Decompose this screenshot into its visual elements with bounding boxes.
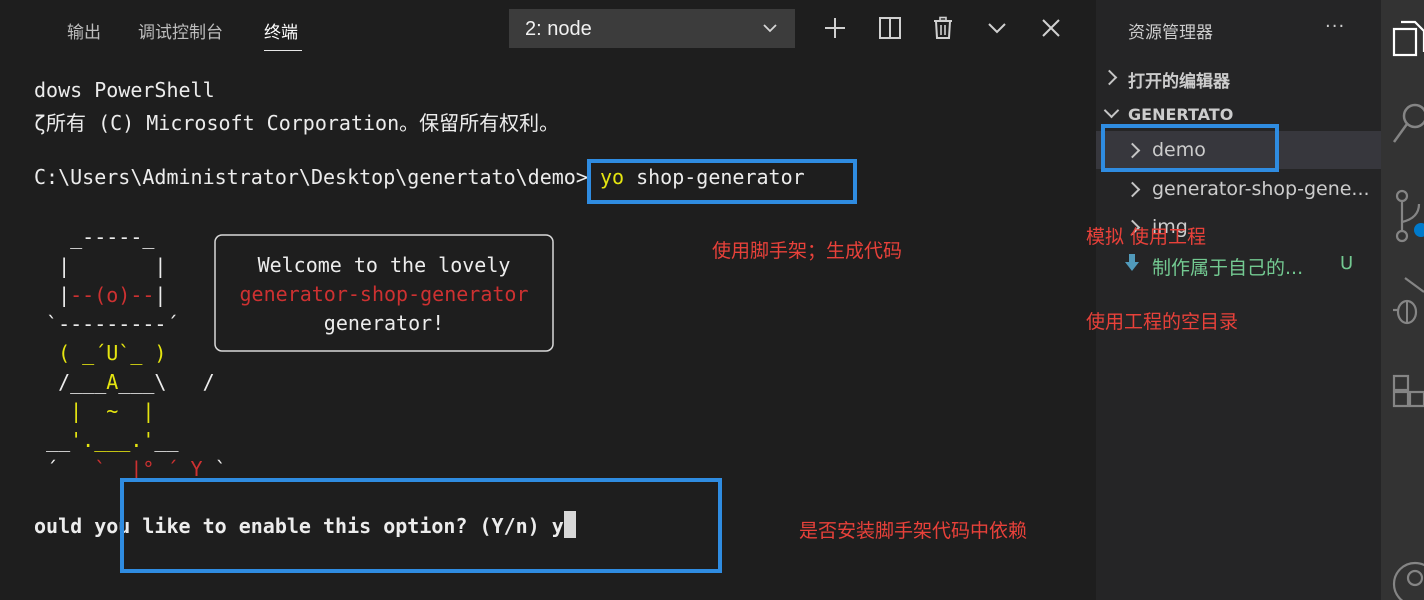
open-editors-label: 打开的编辑器	[1128, 72, 1230, 92]
demo-highlight-box	[1101, 124, 1279, 172]
chevron-down-icon	[763, 24, 777, 33]
command-highlight-box	[587, 159, 857, 204]
prompt-highlight-box	[120, 478, 722, 573]
search-icon[interactable]	[1391, 100, 1424, 148]
annotation-simulate-project: 模拟 使用工程	[1086, 226, 1207, 248]
chevron-down-icon[interactable]	[985, 16, 1009, 40]
chevron-right-icon	[1124, 181, 1141, 198]
tree-item-generator[interactable]: generator-shop-gene...	[1096, 171, 1381, 207]
tree-item-label: 制作属于自己的...	[1152, 257, 1304, 279]
terminal-line: ζ所有 (C) Microsoft Corporation。保留所有权利。	[34, 111, 560, 135]
section-open-editors[interactable]: 打开的编辑器	[1096, 64, 1381, 92]
account-icon[interactable]	[1391, 560, 1424, 600]
active-tab-indicator	[264, 50, 302, 51]
source-control-icon[interactable]	[1391, 186, 1424, 246]
terminal-panel: 输出 调试控制台 终端 2: node dows PowerShell ζ所有 …	[0, 0, 1096, 600]
trash-icon[interactable]	[931, 16, 955, 40]
welcome-line-3: generator!	[323, 311, 445, 335]
git-untracked-badge: U	[1340, 253, 1354, 274]
new-terminal-icon[interactable]	[823, 16, 847, 40]
tab-terminal[interactable]: 终端	[264, 18, 298, 43]
chevron-right-icon	[1101, 69, 1118, 86]
files-icon[interactable]	[1391, 18, 1424, 58]
terminal-select-value: 2: node	[525, 18, 592, 40]
tab-debug-console[interactable]: 调试控制台	[138, 18, 223, 43]
close-icon[interactable]	[1039, 16, 1063, 40]
annotation-scaffold: 使用脚手架；生成代码	[712, 240, 903, 262]
extensions-icon[interactable]	[1391, 372, 1424, 412]
yeoman-ascii-art: _-----_ | | |--(o)--| `---------´ ( _´U`…	[34, 225, 227, 481]
annotation-install-deps: 是否安装脚手架代码中依赖	[799, 520, 1028, 542]
chevron-down-icon	[1103, 102, 1120, 119]
welcome-line-2: generator-shop-generator	[239, 282, 529, 306]
annotation-empty-dir: 使用工程的空目录	[1086, 311, 1239, 333]
folder-name: GENERTATO	[1128, 105, 1234, 124]
split-terminal-icon[interactable]	[878, 16, 902, 40]
terminal-select[interactable]: 2: node	[509, 9, 795, 48]
tree-item-markdown[interactable]: 制作属于自己的... U	[1096, 246, 1381, 282]
welcome-line-1: Welcome to the lovely	[257, 253, 511, 277]
explorer-title: 资源管理器	[1128, 23, 1213, 43]
tree-item-label: generator-shop-gene...	[1152, 178, 1370, 200]
prompt-path: C:\Users\Administrator\Desktop\genertato…	[34, 165, 588, 189]
debug-icon[interactable]	[1391, 274, 1424, 334]
activity-bar	[1381, 0, 1424, 600]
explorer-sidebar: 资源管理器 ··· 打开的编辑器 GENERTATO demo generato…	[1096, 0, 1381, 600]
tab-output[interactable]: 输出	[67, 18, 101, 43]
terminal-line: dows PowerShell	[34, 78, 215, 102]
markdown-file-icon	[1125, 254, 1139, 271]
more-actions-icon[interactable]: ···	[1325, 16, 1345, 37]
